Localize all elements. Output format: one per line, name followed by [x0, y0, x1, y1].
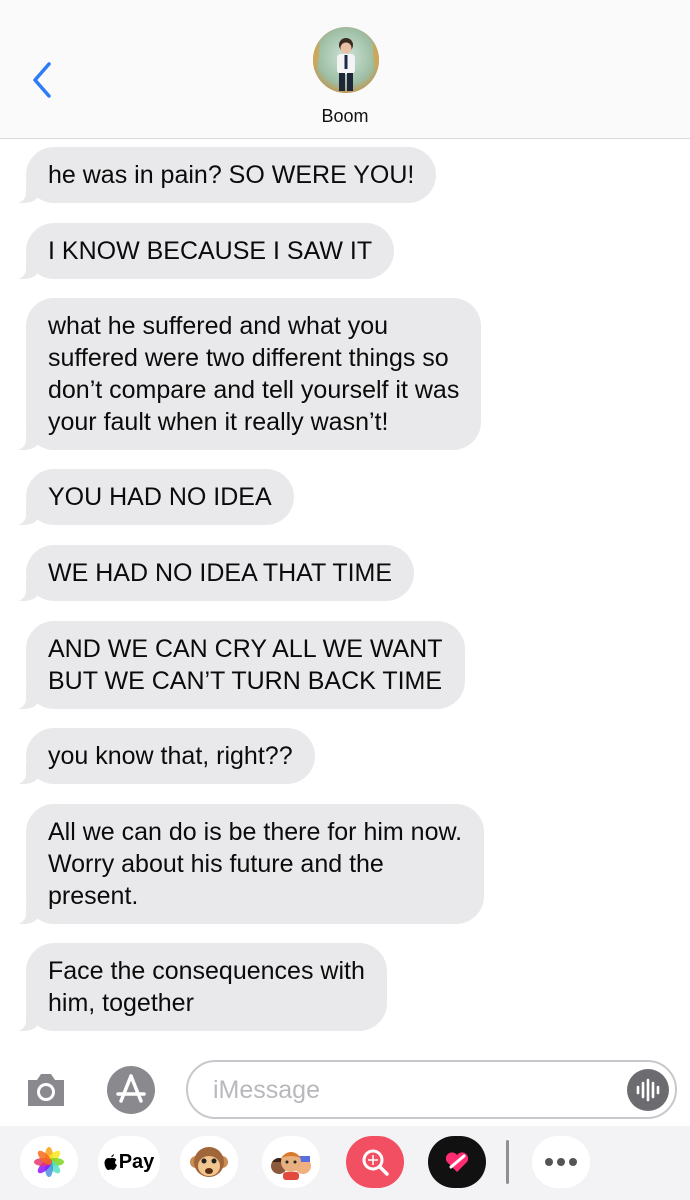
- camera-icon: [28, 1074, 64, 1106]
- message-bubble[interactable]: AND WE CAN CRY ALL WE WANT BUT WE CAN’T …: [14, 621, 465, 709]
- memoji-icon: [271, 1152, 311, 1180]
- memoji-app-button[interactable]: [262, 1136, 320, 1188]
- audio-message-button[interactable]: [627, 1069, 669, 1111]
- photos-icon: [34, 1147, 64, 1177]
- conversation-header: Boom: [0, 0, 690, 139]
- drawer-divider: [506, 1140, 509, 1184]
- message-bubble[interactable]: All we can do is be there for him now. W…: [13, 804, 485, 924]
- messages-screen: Boom he was in pain? SO WERE YOU! I KNOW…: [0, 0, 690, 1200]
- digital-touch-app-button[interactable]: [428, 1136, 486, 1188]
- animoji-app-button[interactable]: [180, 1136, 238, 1188]
- message-bubble[interactable]: you know that, right??: [14, 728, 315, 784]
- photos-app-button[interactable]: [20, 1136, 78, 1188]
- more-apps-button[interactable]: [532, 1136, 590, 1188]
- apple-pay-button[interactable]: Pay: [98, 1136, 160, 1188]
- contact-name[interactable]: Boom: [0, 106, 690, 127]
- camera-button[interactable]: [24, 1068, 68, 1112]
- imessage-field[interactable]: [186, 1060, 677, 1119]
- back-chevron-icon: [33, 62, 51, 98]
- message-bubble[interactable]: he was in pain? SO WERE YOU!: [13, 147, 437, 203]
- app-drawer: Pay: [0, 1126, 690, 1200]
- composer-bar: [0, 1054, 690, 1126]
- app-store-button[interactable]: [104, 1065, 158, 1115]
- message-bubble[interactable]: I KNOW BECAUSE I SAW IT: [13, 223, 395, 279]
- more-icon: [545, 1158, 577, 1166]
- animoji-icon: [190, 1147, 228, 1177]
- image-search-app-button[interactable]: [346, 1136, 404, 1188]
- message-bubble[interactable]: Face the consequences with him, together: [14, 943, 387, 1031]
- message-input[interactable]: [213, 1072, 613, 1108]
- audio-wave-icon: [636, 1078, 660, 1102]
- apple-pay-label: Pay: [118, 1150, 155, 1173]
- message-list[interactable]: he was in pain? SO WERE YOU! I KNOW BECA…: [0, 139, 690, 1054]
- image-search-icon: [362, 1149, 389, 1176]
- apple-pay-icon: [104, 1154, 117, 1170]
- back-button[interactable]: [22, 58, 62, 102]
- message-bubble[interactable]: YOU HAD NO IDEA: [14, 469, 294, 525]
- app-store-icon: [107, 1066, 155, 1114]
- digital-touch-icon: [445, 1152, 469, 1172]
- contact-avatar[interactable]: [313, 27, 379, 93]
- message-bubble[interactable]: WE HAD NO IDEA THAT TIME: [13, 545, 415, 601]
- message-bubble[interactable]: what he suffered and what you suffered w…: [13, 298, 482, 450]
